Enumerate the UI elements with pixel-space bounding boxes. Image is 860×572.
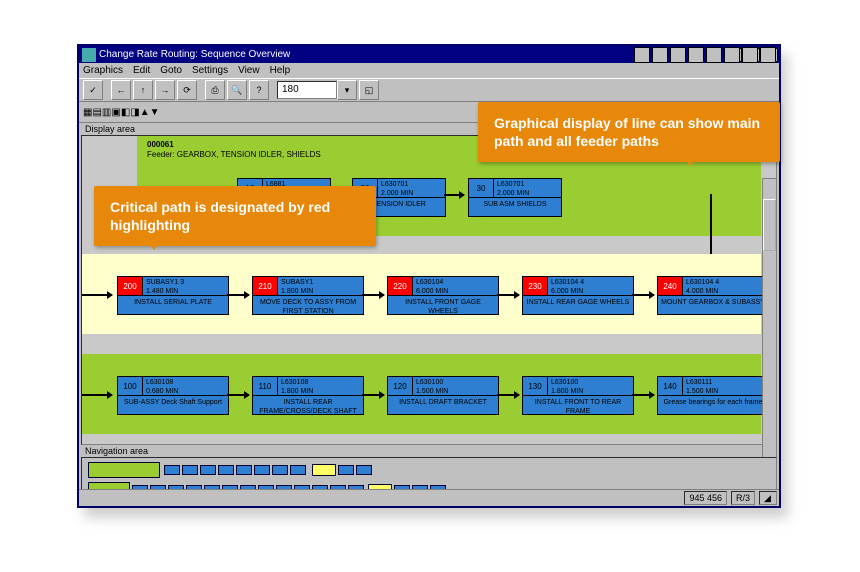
zoom-dropdown-icon[interactable]: ▾ — [337, 80, 357, 100]
op-number-critical: 200 — [118, 277, 143, 295]
operation-box[interactable]: 140 L6301111.500 MIN Grease bearings for… — [657, 376, 769, 415]
callout-graphical-display: Graphical display of line can show main … — [478, 102, 780, 162]
op-number: 110 — [253, 377, 278, 395]
title-bar: Change Rate Routing: Sequence Overview _… — [79, 46, 779, 63]
nav-mini-op — [356, 465, 372, 475]
op-number: 130 — [523, 377, 548, 395]
menu-goto[interactable]: Goto — [160, 65, 182, 76]
op-number-critical: 240 — [658, 277, 683, 295]
op-number-critical: 210 — [253, 277, 278, 295]
status-coords: 945 456 — [684, 491, 727, 505]
menu-view[interactable]: View — [238, 65, 260, 76]
header-code: 000061 — [147, 140, 174, 149]
op-number-critical: 220 — [388, 277, 413, 295]
flow-arrow-icon — [227, 394, 249, 396]
tray-icon[interactable] — [724, 47, 740, 63]
tool-f-icon[interactable]: ◨ — [130, 107, 139, 118]
nav-mini-op — [218, 465, 234, 475]
display-area: 000061 Feeder: GEARBOX, TENSION IDLER, S… — [81, 135, 777, 445]
nav-mini-op — [272, 465, 288, 475]
flow-arrow-icon — [227, 294, 249, 296]
flow-arrow-icon — [632, 394, 654, 396]
nav-mini-band — [88, 462, 160, 478]
vertical-scrollbar[interactable] — [762, 178, 777, 486]
operation-box[interactable]: 240 L630104 44.000 MIN MOUNT GEARBOX & S… — [657, 276, 769, 315]
tool-d-icon[interactable]: ▣ — [111, 107, 120, 118]
op-number: 30 — [469, 179, 494, 197]
tray-icon[interactable] — [760, 47, 776, 63]
tool-check-icon[interactable]: ✓ — [83, 80, 103, 100]
tray-icon[interactable] — [670, 47, 686, 63]
app-icon — [82, 48, 96, 62]
menu-help[interactable]: Help — [270, 65, 291, 76]
tool-a-icon[interactable]: ▦ — [83, 107, 92, 118]
operation-box[interactable]: 210 SUBASY11.800 MIN MOVE DECK TO ASSY F… — [252, 276, 364, 315]
flow-arrow-icon — [82, 294, 112, 296]
nav-mini-op — [290, 465, 306, 475]
tool-print-icon[interactable]: ⎙ — [205, 80, 225, 100]
navigation-area-label: Navigation area — [79, 445, 779, 457]
tool-fwd-icon[interactable]: → — [155, 80, 175, 100]
flow-arrow-icon — [82, 394, 112, 396]
flow-arrow-icon — [362, 394, 384, 396]
operation-box[interactable]: 230 L630104 46.000 MIN INSTALL REAR GAGE… — [522, 276, 634, 315]
operation-box[interactable]: 110 L6301081.800 MIN INSTALL REAR FRAME/… — [252, 376, 364, 415]
menu-graphics[interactable]: Graphics — [83, 65, 123, 76]
tool-help-icon[interactable]: ? — [249, 80, 269, 100]
flow-arrow-icon — [444, 194, 464, 196]
nav-mini-op — [254, 465, 270, 475]
status-resize-grip-icon[interactable]: ◢ — [759, 491, 777, 505]
nav-mini-op — [182, 465, 198, 475]
tool-refresh-icon[interactable]: ⟳ — [177, 80, 197, 100]
operation-box[interactable]: 220 L6301046.000 MIN INSTALL FRONT GAGE … — [387, 276, 499, 315]
operation-box[interactable]: 120 L6301001.500 MIN INSTALL DRAFT BRACK… — [387, 376, 499, 415]
window-title: Change Rate Routing: Sequence Overview — [99, 49, 719, 60]
operation-box[interactable]: 130 L6301001.800 MIN INSTALL FRONT TO RE… — [522, 376, 634, 415]
zoom-field[interactable]: 180 — [277, 81, 337, 99]
callout-critical-path: Critical path is designated by red highl… — [94, 186, 376, 246]
tool-up-icon[interactable]: ↑ — [133, 80, 153, 100]
toolbar-main: ✓ ← ↑ → ⟳ ⎙ 🔍 ? 180 ▾ ◱ — [79, 78, 779, 102]
flow-arrow-icon — [497, 294, 519, 296]
tray-icon[interactable] — [742, 47, 758, 63]
op-number: 140 — [658, 377, 683, 395]
tool-find-icon[interactable]: 🔍 — [227, 80, 247, 100]
tool-h-icon[interactable]: ▼ — [150, 107, 160, 118]
menu-edit[interactable]: Edit — [133, 65, 150, 76]
operation-box[interactable]: 30 L6307012.000 MIN SUB ASM SHIELDS — [468, 178, 562, 217]
menu-bar: Graphics Edit Goto Settings View Help — [79, 63, 779, 78]
operation-box[interactable]: 100 L6301080.680 MIN SUB-ASSY Deck Shaft… — [117, 376, 229, 415]
status-system: R/3 — [731, 491, 755, 505]
flow-arrow-icon — [632, 294, 654, 296]
operation-box[interactable]: 200 SUBASY1 31.480 MIN INSTALL SERIAL PL… — [117, 276, 229, 315]
flow-arrow-icon — [362, 294, 384, 296]
nav-mini-op — [164, 465, 180, 475]
menu-settings[interactable]: Settings — [192, 65, 228, 76]
tray-icon[interactable] — [652, 47, 668, 63]
tool-e-icon[interactable]: ◧ — [121, 107, 130, 118]
tool-zoom-fit-icon[interactable]: ◱ — [359, 80, 379, 100]
nav-mini-highlight — [312, 464, 336, 476]
nav-mini-op — [338, 465, 354, 475]
system-tray — [633, 46, 777, 63]
op-number: 120 — [388, 377, 413, 395]
tool-b-icon[interactable]: ▤ — [92, 107, 101, 118]
status-bar: 945 456 R/3 ◢ — [79, 489, 779, 506]
scrollbar-thumb[interactable] — [763, 199, 776, 251]
tool-g-icon[interactable]: ▲ — [140, 107, 150, 118]
tool-back-icon[interactable]: ← — [111, 80, 131, 100]
tray-icon[interactable] — [634, 47, 650, 63]
op-number-critical: 230 — [523, 277, 548, 295]
tray-icon[interactable] — [688, 47, 704, 63]
op-number: 100 — [118, 377, 143, 395]
tray-icon[interactable] — [706, 47, 722, 63]
header-feeder: Feeder: GEARBOX, TENSION IDLER, SHIELDS — [147, 150, 321, 159]
tool-c-icon[interactable]: ▥ — [102, 107, 111, 118]
nav-mini-op — [236, 465, 252, 475]
nav-mini-op — [200, 465, 216, 475]
flow-arrow-icon — [497, 394, 519, 396]
